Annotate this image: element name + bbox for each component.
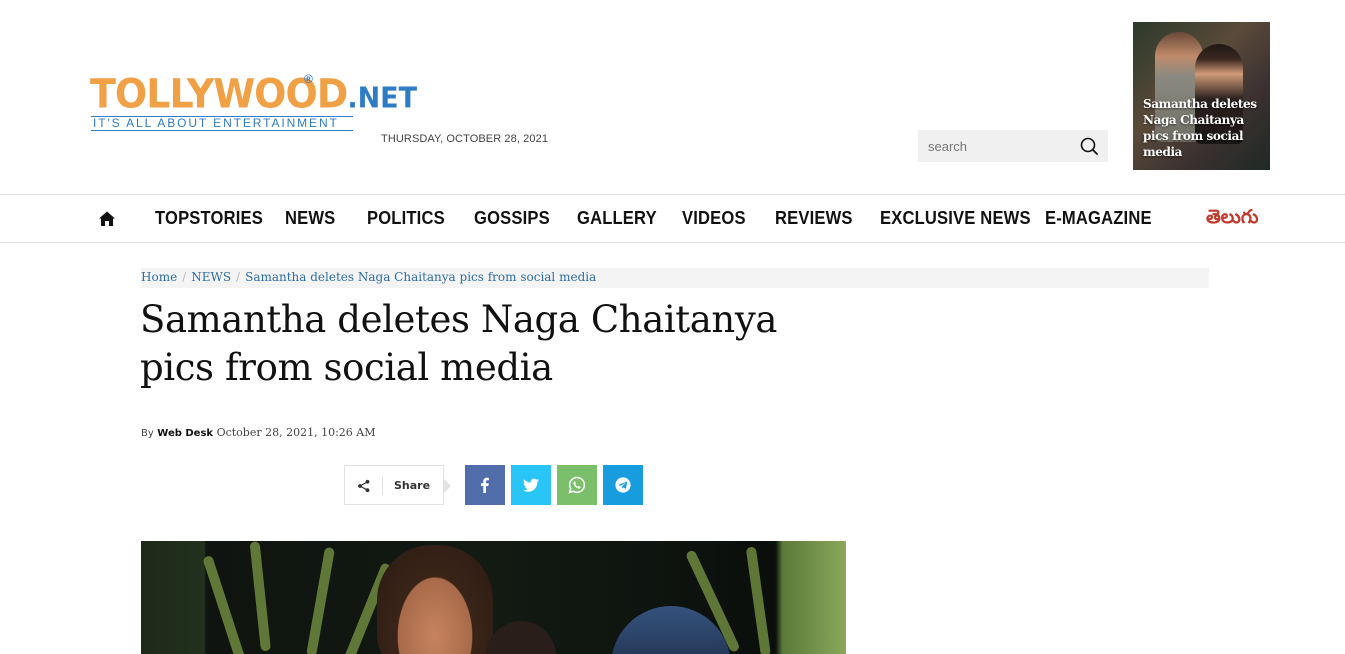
- nav-item-topstories[interactable]: TOPSTORIES: [155, 208, 263, 229]
- search-input[interactable]: [918, 130, 1068, 162]
- nav-item-news[interactable]: NEWS: [285, 208, 335, 229]
- breadcrumb-home[interactable]: Home: [141, 270, 177, 284]
- header-ad-banner[interactable]: Samantha deletes Naga Chaitanya pics fro…: [1133, 22, 1270, 170]
- byline-datetime: October 28, 2021, 10:26 AM: [216, 426, 376, 439]
- share-facebook-button[interactable]: [465, 465, 505, 505]
- hero-person: [377, 545, 493, 654]
- byline-author[interactable]: Web Desk: [157, 428, 213, 439]
- search-box: [918, 130, 1108, 162]
- logo-suffix: .NET: [347, 82, 418, 115]
- hero-palm-leaf: [745, 546, 771, 654]
- site-logo[interactable]: TOLLYWOOD.NET ® IT'S ALL ABOUT ENTERTAIN…: [90, 71, 417, 134]
- article-title: Samantha deletes Naga Chaitanya pics fro…: [140, 298, 778, 389]
- nav-item-videos[interactable]: VIDEOS: [682, 208, 746, 229]
- share-button[interactable]: Share: [344, 465, 451, 505]
- search-icon[interactable]: [1078, 135, 1100, 157]
- share-label: Share: [394, 479, 431, 492]
- breadcrumb-separator: /: [236, 270, 241, 284]
- article-byline: By Web Desk October 28, 2021, 10:26 AM: [141, 426, 375, 439]
- breadcrumb-current: Samantha deletes Naga Chaitanya pics fro…: [245, 270, 597, 284]
- nav-item-gossips[interactable]: GOSSIPS: [474, 208, 550, 229]
- logo-wordmark: TOLLYWOOD.NET: [90, 71, 417, 122]
- breadcrumb: Home / NEWS / Samantha deletes Naga Chaitany…: [141, 268, 1209, 288]
- breadcrumb-news[interactable]: NEWS: [191, 270, 231, 284]
- share-telegram-button[interactable]: [603, 465, 643, 505]
- share-twitter-button[interactable]: [511, 465, 551, 505]
- byline-prefix: By: [141, 428, 154, 439]
- nav-item-politics[interactable]: POLITICS: [367, 208, 445, 229]
- whatsapp-icon: [568, 476, 586, 494]
- main-nav: TOPSTORIES NEWS POLITICS GOSSIPS GALLERY…: [0, 194, 1345, 243]
- telegram-icon: [615, 477, 631, 493]
- language-switch-telugu[interactable]: తెలుగు: [1206, 206, 1258, 233]
- hero-person-second: [486, 621, 556, 654]
- hero-palm-leaf: [249, 541, 271, 652]
- ad-caption: Samantha deletes Naga Chaitanya pics fro…: [1143, 97, 1257, 159]
- facebook-icon: [481, 477, 489, 493]
- logo-tagline: IT'S ALL ABOUT ENTERTAINMENT: [91, 116, 353, 131]
- nav-item-e-magazine[interactable]: E-MAGAZINE: [1045, 208, 1152, 229]
- current-date: THURSDAY, OCTOBER 28, 2021: [381, 133, 549, 145]
- breadcrumb-separator: /: [182, 270, 187, 284]
- article-hero-image: [141, 541, 846, 654]
- logo-registered-mark: ®: [304, 72, 313, 86]
- share-icon: [357, 479, 371, 493]
- nav-item-exclusive-news[interactable]: EXCLUSIVE NEWS: [880, 208, 1031, 229]
- hero-palm-leaf: [202, 554, 246, 654]
- hero-palm-leaf: [306, 546, 336, 654]
- home-icon[interactable]: [98, 210, 116, 228]
- nav-item-reviews[interactable]: REVIEWS: [775, 208, 853, 229]
- nav-item-gallery[interactable]: GALLERY: [577, 208, 657, 229]
- share-divider: [382, 477, 383, 495]
- twitter-icon: [523, 478, 539, 492]
- share-whatsapp-button[interactable]: [557, 465, 597, 505]
